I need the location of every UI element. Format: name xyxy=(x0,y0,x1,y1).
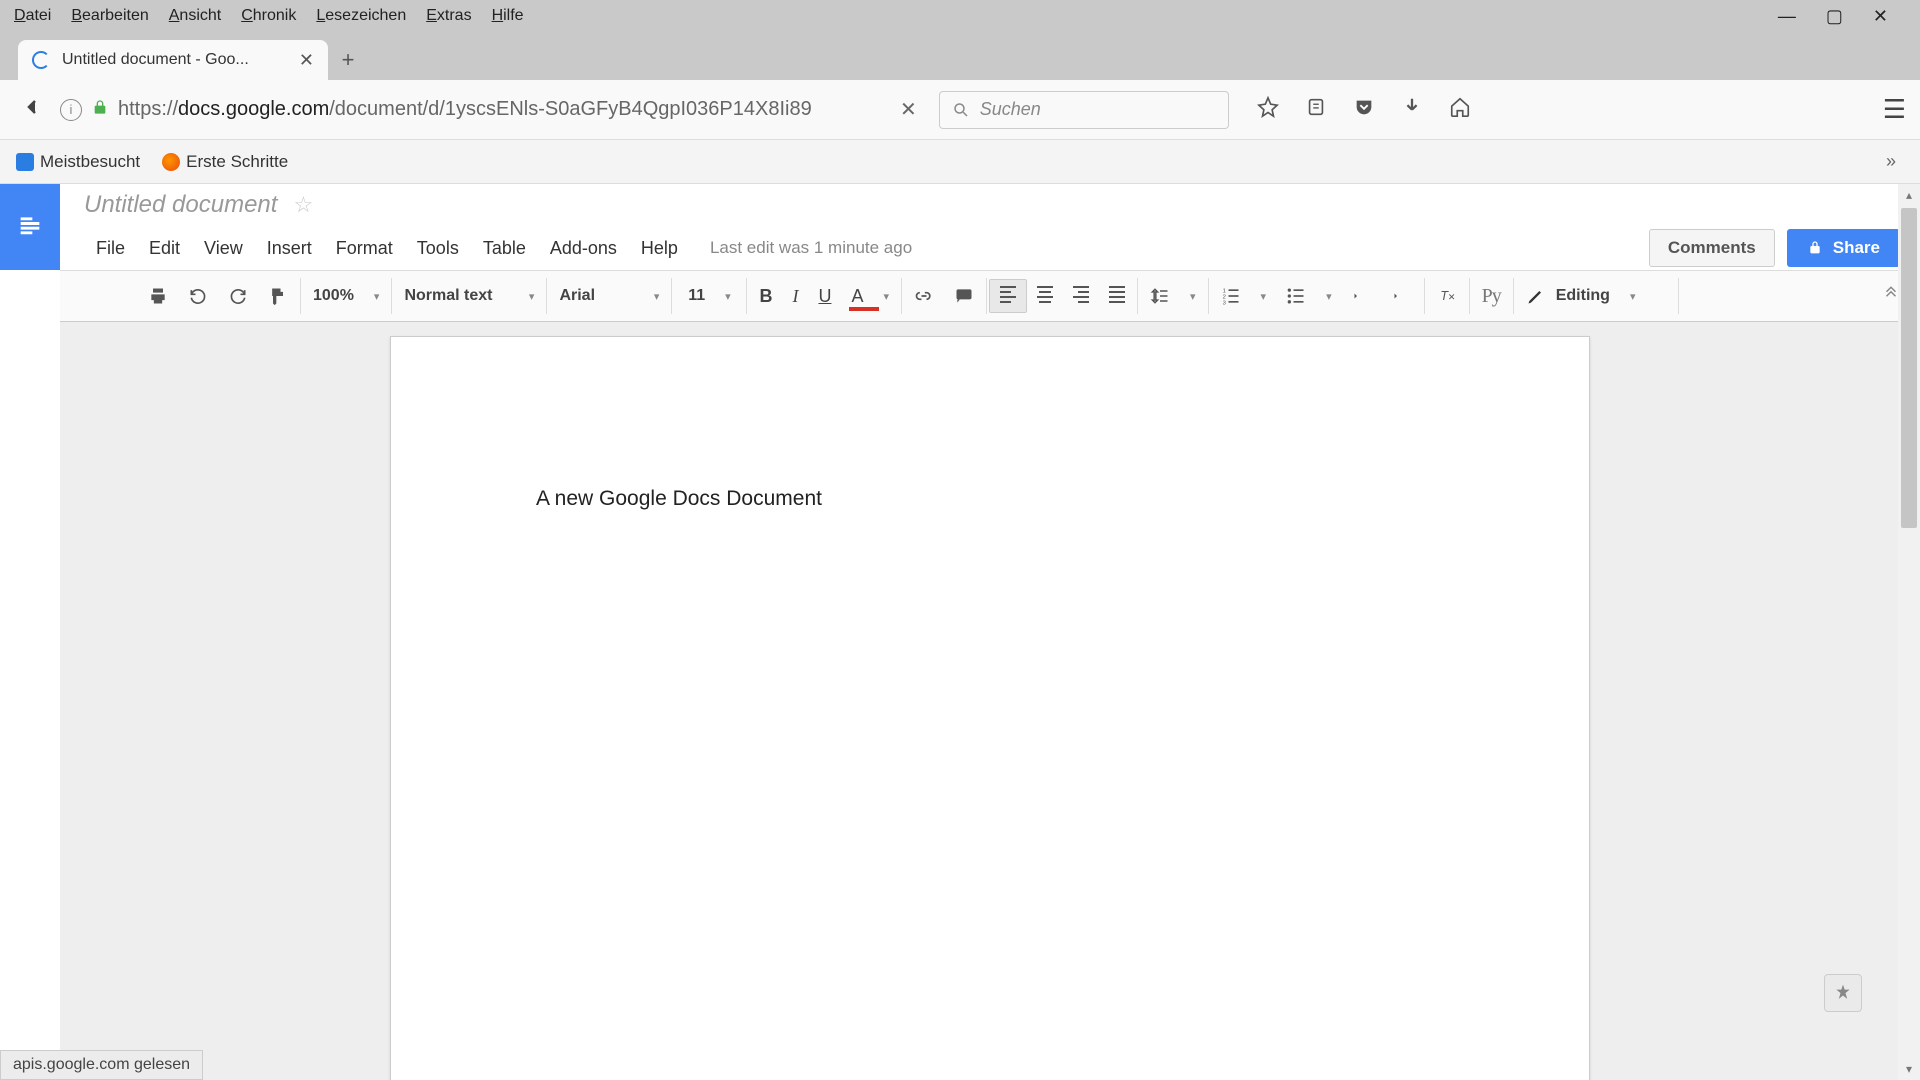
os-menu-bearbeiten[interactable]: Bearbeiten xyxy=(61,3,158,29)
bookmark-meistbesucht[interactable]: Meistbesucht xyxy=(8,148,148,176)
scroll-down-icon[interactable]: ▾ xyxy=(1898,1062,1920,1076)
clear-formatting-icon[interactable]: T✕ xyxy=(1427,280,1467,312)
os-menu-lesezeichen[interactable]: Lesezeichen xyxy=(306,3,416,29)
document-body-text[interactable]: A new Google Docs Document xyxy=(536,487,822,510)
menu-table[interactable]: Table xyxy=(471,232,538,265)
star-icon[interactable]: ☆ xyxy=(293,192,313,218)
pocket-icon[interactable] xyxy=(1353,96,1375,123)
os-menu-datei[interactable]: Datei xyxy=(4,3,61,29)
text-color-dropdown[interactable]: A xyxy=(841,280,899,313)
document-title[interactable]: Untitled document xyxy=(84,191,277,219)
menu-format[interactable]: Format xyxy=(324,232,405,265)
https-lock-icon[interactable] xyxy=(92,99,108,120)
loading-spinner-icon xyxy=(32,51,50,69)
bookmark-star-icon[interactable] xyxy=(1257,96,1279,123)
font-dropdown[interactable]: Arial xyxy=(549,281,669,311)
clear-url-icon[interactable]: ✕ xyxy=(888,97,929,122)
menu-tools[interactable]: Tools xyxy=(405,232,471,265)
menu-view[interactable]: View xyxy=(192,232,255,265)
pencil-icon xyxy=(1526,286,1546,306)
docs-format-toolbar: 100% Normal text Arial 11 B I U A 123 xyxy=(60,270,1920,322)
docs-menu-bar: File Edit View Insert Format Tools Table… xyxy=(60,226,1920,270)
comments-button[interactable]: Comments xyxy=(1649,229,1775,267)
os-menu-bar: Datei Bearbeiten Ansicht Chronik Lesezei… xyxy=(0,0,1920,32)
vertical-scrollbar[interactable]: ▴ ▾ xyxy=(1898,184,1920,1080)
browser-search-box[interactable]: Suchen xyxy=(939,91,1229,129)
home-icon[interactable] xyxy=(1449,96,1471,123)
bookmark-erste-schritte[interactable]: Erste Schritte xyxy=(154,148,296,176)
insert-link-icon[interactable] xyxy=(904,280,944,312)
browser-menu-icon[interactable]: ☰ xyxy=(1883,94,1906,125)
scroll-up-icon[interactable]: ▴ xyxy=(1898,188,1920,202)
search-placeholder: Suchen xyxy=(980,99,1041,120)
tab-title: Untitled document - Goo... xyxy=(62,51,299,69)
share-button[interactable]: Share xyxy=(1787,229,1900,267)
numbered-list-dropdown[interactable]: 123 xyxy=(1211,280,1277,312)
svg-text:✕: ✕ xyxy=(1447,292,1455,302)
decrease-indent-icon[interactable] xyxy=(1342,280,1382,312)
menu-help[interactable]: Help xyxy=(629,232,690,265)
new-tab-button[interactable]: + xyxy=(328,40,368,80)
downloads-icon[interactable] xyxy=(1401,96,1423,123)
browser-tab[interactable]: Untitled document - Goo... ✕ xyxy=(18,40,328,80)
docs-home-button[interactable] xyxy=(0,184,60,270)
tab-close-icon[interactable]: ✕ xyxy=(299,50,314,71)
os-menu-chronik[interactable]: Chronik xyxy=(231,3,306,29)
reading-list-icon[interactable] xyxy=(1305,96,1327,123)
site-info-icon[interactable]: i xyxy=(60,99,82,121)
bookmarks-overflow-icon[interactable]: » xyxy=(1886,151,1912,172)
os-menu-hilfe[interactable]: Hilfe xyxy=(482,3,534,29)
editing-mode-dropdown[interactable]: Editing xyxy=(1516,280,1676,312)
insert-comment-icon[interactable] xyxy=(944,280,984,312)
menu-edit[interactable]: Edit xyxy=(137,232,192,265)
italic-button[interactable]: I xyxy=(782,280,808,313)
explore-button[interactable] xyxy=(1824,974,1862,1012)
lock-icon xyxy=(1807,240,1823,256)
svg-text:3: 3 xyxy=(1222,300,1225,306)
bookmarks-toolbar: Meistbesucht Erste Schritte » xyxy=(0,140,1920,184)
back-button[interactable] xyxy=(14,91,50,129)
os-menu-extras[interactable]: Extras xyxy=(416,3,481,29)
document-page[interactable]: A new Google Docs Document xyxy=(390,336,1590,1080)
menu-insert[interactable]: Insert xyxy=(255,232,324,265)
address-bar[interactable]: https://docs.google.com/document/d/1yscs… xyxy=(118,90,878,130)
align-center-icon[interactable] xyxy=(1027,280,1063,312)
align-justify-icon[interactable] xyxy=(1099,280,1135,312)
window-maximize-icon[interactable]: ▢ xyxy=(1826,7,1843,25)
undo-icon[interactable] xyxy=(178,280,218,312)
input-tools-icon[interactable]: Py xyxy=(1472,279,1511,314)
paint-format-icon[interactable] xyxy=(258,280,298,312)
browser-tab-strip: Untitled document - Goo... ✕ + xyxy=(0,32,1920,80)
align-left-icon[interactable] xyxy=(989,279,1027,313)
os-menu-ansicht[interactable]: Ansicht xyxy=(159,3,231,29)
bold-button[interactable]: B xyxy=(749,280,782,313)
window-close-icon[interactable]: ✕ xyxy=(1873,7,1888,25)
menu-addons[interactable]: Add-ons xyxy=(538,232,629,265)
underline-button[interactable]: U xyxy=(808,280,841,313)
increase-indent-icon[interactable] xyxy=(1382,280,1422,312)
browser-status-bar: apis.google.com gelesen xyxy=(0,1050,203,1080)
print-icon[interactable] xyxy=(138,280,178,312)
zoom-dropdown[interactable]: 100% xyxy=(303,281,389,311)
align-right-icon[interactable] xyxy=(1063,280,1099,312)
last-edit-status: Last edit was 1 minute ago xyxy=(710,238,912,258)
document-canvas[interactable]: A new Google Docs Document xyxy=(60,322,1920,1080)
font-size-dropdown[interactable]: 11 xyxy=(674,281,744,311)
paragraph-style-dropdown[interactable]: Normal text xyxy=(394,281,544,311)
window-minimize-icon[interactable]: — xyxy=(1778,7,1796,25)
menu-file[interactable]: File xyxy=(84,232,137,265)
firefox-icon xyxy=(162,153,180,171)
line-spacing-dropdown[interactable] xyxy=(1140,280,1206,312)
scrollbar-thumb[interactable] xyxy=(1901,208,1917,528)
browser-toolbar: i https://docs.google.com/document/d/1ys… xyxy=(0,80,1920,140)
redo-icon[interactable] xyxy=(218,280,258,312)
bookmark-folder-icon xyxy=(16,153,34,171)
bulleted-list-dropdown[interactable] xyxy=(1276,280,1342,312)
